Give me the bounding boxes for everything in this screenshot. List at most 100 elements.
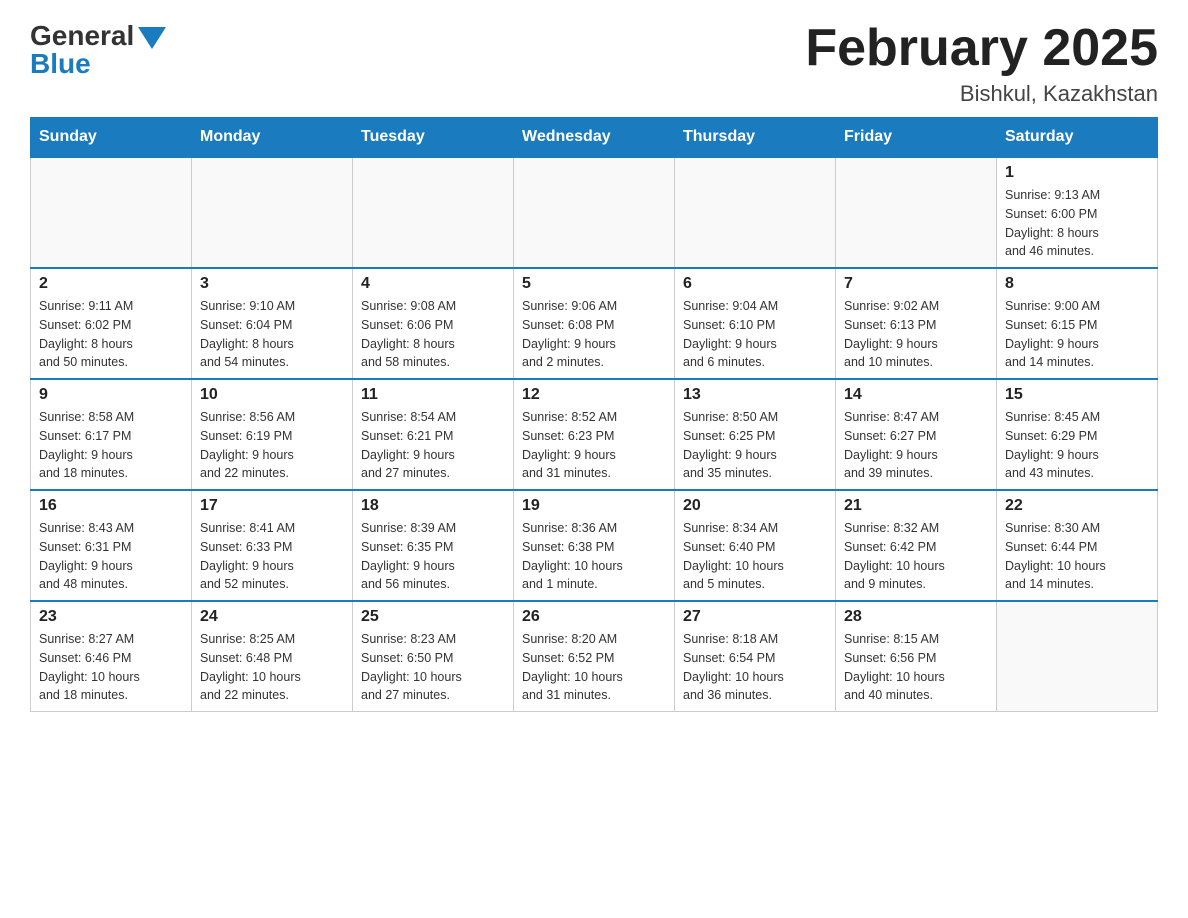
- week-row-5: 23Sunrise: 8:27 AMSunset: 6:46 PMDayligh…: [31, 601, 1158, 712]
- calendar-cell-w3-d6: 22Sunrise: 8:30 AMSunset: 6:44 PMDayligh…: [997, 490, 1158, 601]
- logo-triangle-icon: [138, 27, 166, 49]
- calendar-cell-w2-d2: 11 Sunrise: 8:54 AMSunset: 6:21 PMDayligh…: [353, 379, 514, 490]
- calendar-cell-w2-d5: 14 Sunrise: 8:47 AMSunset: 6:27 PMDayligh…: [836, 379, 997, 490]
- calendar-cell-w0-d6: 1Sunrise: 9:13 AMSunset: 6:00 PMDaylight…: [997, 157, 1158, 268]
- calendar-cell-w0-d2: [353, 157, 514, 268]
- location: Bishkul, Kazakhstan: [805, 81, 1158, 107]
- calendar-cell-w2-d1: 10 Sunrise: 8:56 AMSunset: 6:19 PMDayligh…: [192, 379, 353, 490]
- calendar-cell-w2-d4: 13 Sunrise: 8:50 AMSunset: 6:25 PMDayligh…: [675, 379, 836, 490]
- calendar-cell-w1-d6: 8Sunrise: 9:00 AMSunset: 6:15 PMDaylight…: [997, 268, 1158, 379]
- day-info: Sunrise: 8:39 AMSunset: 6:35 PMDaylight:…: [361, 519, 505, 594]
- calendar-cell-w2-d0: 9 Sunrise: 8:58 AMSunset: 6:17 PMDaylight…: [31, 379, 192, 490]
- day-info: Sunrise: 8:27 AMSunset: 6:46 PMDaylight:…: [39, 630, 183, 705]
- page-header: General Blue February 2025 Bishkul, Kaza…: [30, 20, 1158, 107]
- calendar-cell-w2-d6: 15 Sunrise: 8:45 AMSunset: 6:29 PMDayligh…: [997, 379, 1158, 490]
- logo-blue-text: Blue: [30, 48, 91, 80]
- day-number: 9: [39, 386, 183, 404]
- day-number: 10: [200, 386, 344, 404]
- day-info: Sunrise: 9:08 AMSunset: 6:06 PMDaylight:…: [361, 297, 505, 372]
- day-number: 16: [39, 497, 183, 515]
- day-info: Sunrise: 8:43 AMSunset: 6:31 PMDaylight:…: [39, 519, 183, 594]
- day-info: Sunrise: 9:06 AMSunset: 6:08 PMDaylight:…: [522, 297, 666, 372]
- calendar-cell-w0-d0: [31, 157, 192, 268]
- day-info: Sunrise: 9:02 AMSunset: 6:13 PMDaylight:…: [844, 297, 988, 372]
- calendar-cell-w4-d6: [997, 601, 1158, 712]
- title-area: February 2025 Bishkul, Kazakhstan: [805, 20, 1158, 107]
- calendar-cell-w4-d0: 23Sunrise: 8:27 AMSunset: 6:46 PMDayligh…: [31, 601, 192, 712]
- calendar-cell-w0-d1: [192, 157, 353, 268]
- calendar-cell-w1-d3: 5 Sunrise: 9:06 AMSunset: 6:08 PMDaylight…: [514, 268, 675, 379]
- day-number: 24: [200, 608, 344, 626]
- day-info: Sunrise: 8:20 AMSunset: 6:52 PMDaylight:…: [522, 630, 666, 705]
- calendar-cell-w0-d4: [675, 157, 836, 268]
- calendar-cell-w0-d5: [836, 157, 997, 268]
- calendar-cell-w4-d1: 24 Sunrise: 8:25 AMSunset: 6:48 PMDayligh…: [192, 601, 353, 712]
- day-info: Sunrise: 9:00 AMSunset: 6:15 PMDaylight:…: [1005, 297, 1149, 372]
- month-title: February 2025: [805, 20, 1158, 77]
- week-row-1: 1Sunrise: 9:13 AMSunset: 6:00 PMDaylight…: [31, 157, 1158, 268]
- calendar-cell-w1-d4: 6 Sunrise: 9:04 AMSunset: 6:10 PMDaylight…: [675, 268, 836, 379]
- day-number: 13: [683, 386, 827, 404]
- day-number: 27: [683, 608, 827, 626]
- calendar-cell-w3-d4: 20Sunrise: 8:34 AMSunset: 6:40 PMDayligh…: [675, 490, 836, 601]
- week-row-2: 2 Sunrise: 9:11 AMSunset: 6:02 PMDaylight…: [31, 268, 1158, 379]
- week-row-4: 16 Sunrise: 8:43 AMSunset: 6:31 PMDayligh…: [31, 490, 1158, 601]
- header-thursday: Thursday: [675, 118, 836, 158]
- day-number: 25: [361, 608, 505, 626]
- day-number: 1: [1005, 164, 1149, 182]
- day-number: 14: [844, 386, 988, 404]
- day-number: 11: [361, 386, 505, 404]
- day-info: Sunrise: 8:45 AMSunset: 6:29 PMDaylight:…: [1005, 408, 1149, 483]
- week-row-3: 9 Sunrise: 8:58 AMSunset: 6:17 PMDaylight…: [31, 379, 1158, 490]
- calendar-cell-w1-d2: 4 Sunrise: 9:08 AMSunset: 6:06 PMDaylight…: [353, 268, 514, 379]
- day-number: 28: [844, 608, 988, 626]
- calendar-cell-w3-d5: 21 Sunrise: 8:32 AMSunset: 6:42 PMDayligh…: [836, 490, 997, 601]
- day-info: Sunrise: 8:18 AMSunset: 6:54 PMDaylight:…: [683, 630, 827, 705]
- calendar-cell-w4-d3: 26 Sunrise: 8:20 AMSunset: 6:52 PMDayligh…: [514, 601, 675, 712]
- calendar-cell-w3-d3: 19Sunrise: 8:36 AMSunset: 6:38 PMDayligh…: [514, 490, 675, 601]
- day-number: 3: [200, 275, 344, 293]
- calendar-table: Sunday Monday Tuesday Wednesday Thursday…: [30, 117, 1158, 712]
- day-info: Sunrise: 8:41 AMSunset: 6:33 PMDaylight:…: [200, 519, 344, 594]
- day-number: 12: [522, 386, 666, 404]
- day-number: 18: [361, 497, 505, 515]
- calendar-cell-w0-d3: [514, 157, 675, 268]
- day-number: 21: [844, 497, 988, 515]
- day-info: Sunrise: 8:50 AMSunset: 6:25 PMDaylight:…: [683, 408, 827, 483]
- day-number: 2: [39, 275, 183, 293]
- day-info: Sunrise: 8:58 AMSunset: 6:17 PMDaylight:…: [39, 408, 183, 483]
- header-tuesday: Tuesday: [353, 118, 514, 158]
- header-wednesday: Wednesday: [514, 118, 675, 158]
- calendar-cell-w3-d0: 16 Sunrise: 8:43 AMSunset: 6:31 PMDayligh…: [31, 490, 192, 601]
- day-info: Sunrise: 9:04 AMSunset: 6:10 PMDaylight:…: [683, 297, 827, 372]
- day-number: 26: [522, 608, 666, 626]
- day-info: Sunrise: 8:32 AMSunset: 6:42 PMDaylight:…: [844, 519, 988, 594]
- calendar-cell-w2-d3: 12 Sunrise: 8:52 AMSunset: 6:23 PMDayligh…: [514, 379, 675, 490]
- day-info: Sunrise: 8:25 AMSunset: 6:48 PMDaylight:…: [200, 630, 344, 705]
- header-sunday: Sunday: [31, 118, 192, 158]
- day-number: 6: [683, 275, 827, 293]
- calendar-cell-w3-d2: 18 Sunrise: 8:39 AMSunset: 6:35 PMDayligh…: [353, 490, 514, 601]
- day-info: Sunrise: 9:11 AMSunset: 6:02 PMDaylight:…: [39, 297, 183, 372]
- calendar-cell-w4-d2: 25Sunrise: 8:23 AMSunset: 6:50 PMDayligh…: [353, 601, 514, 712]
- day-info: Sunrise: 8:52 AMSunset: 6:23 PMDaylight:…: [522, 408, 666, 483]
- day-info: Sunrise: 9:10 AMSunset: 6:04 PMDaylight:…: [200, 297, 344, 372]
- day-number: 4: [361, 275, 505, 293]
- logo: General Blue: [30, 20, 166, 80]
- calendar-cell-w1-d1: 3 Sunrise: 9:10 AMSunset: 6:04 PMDaylight…: [192, 268, 353, 379]
- day-info: Sunrise: 8:54 AMSunset: 6:21 PMDaylight:…: [361, 408, 505, 483]
- header-monday: Monday: [192, 118, 353, 158]
- day-number: 17: [200, 497, 344, 515]
- day-info: Sunrise: 8:56 AMSunset: 6:19 PMDaylight:…: [200, 408, 344, 483]
- header-friday: Friday: [836, 118, 997, 158]
- calendar-cell-w1-d0: 2 Sunrise: 9:11 AMSunset: 6:02 PMDaylight…: [31, 268, 192, 379]
- calendar-cell-w3-d1: 17 Sunrise: 8:41 AMSunset: 6:33 PMDayligh…: [192, 490, 353, 601]
- calendar-cell-w4-d4: 27 Sunrise: 8:18 AMSunset: 6:54 PMDayligh…: [675, 601, 836, 712]
- day-number: 15: [1005, 386, 1149, 404]
- weekday-header-row: Sunday Monday Tuesday Wednesday Thursday…: [31, 118, 1158, 158]
- day-info: Sunrise: 8:47 AMSunset: 6:27 PMDaylight:…: [844, 408, 988, 483]
- day-number: 7: [844, 275, 988, 293]
- day-number: 5: [522, 275, 666, 293]
- day-info: Sunrise: 8:15 AMSunset: 6:56 PMDaylight:…: [844, 630, 988, 705]
- calendar-cell-w1-d5: 7 Sunrise: 9:02 AMSunset: 6:13 PMDaylight…: [836, 268, 997, 379]
